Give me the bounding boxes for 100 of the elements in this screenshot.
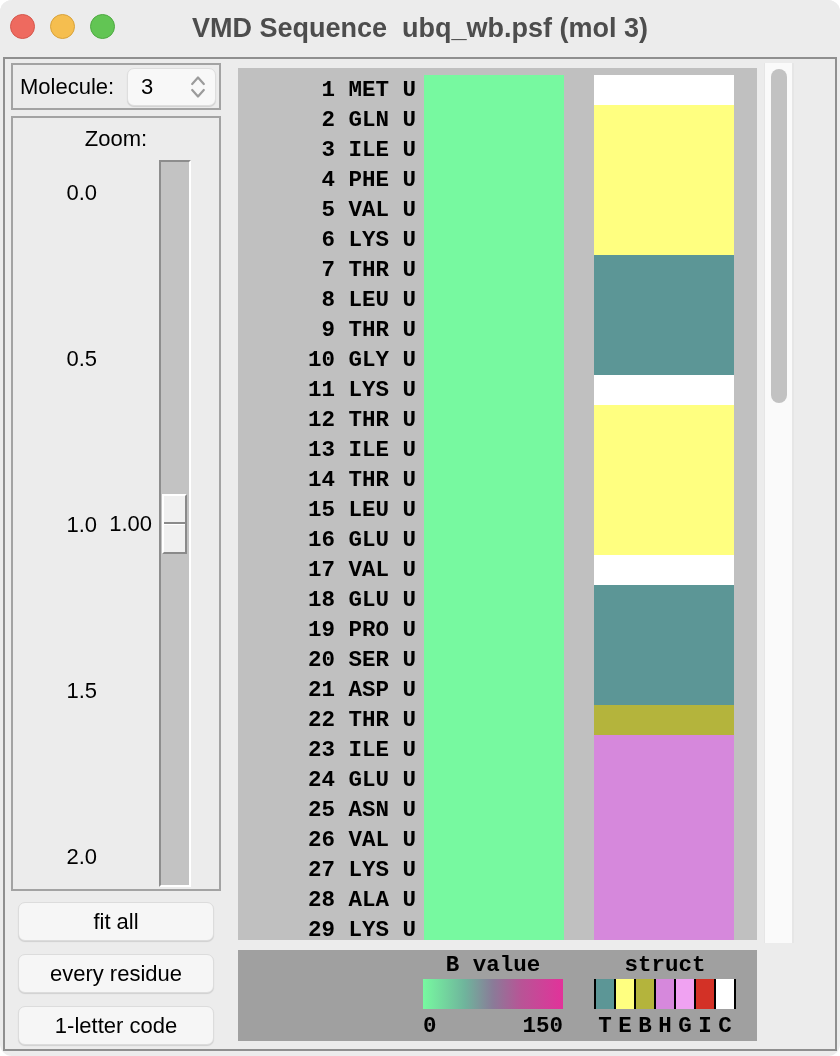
action-button[interactable]: every residue (18, 954, 214, 993)
action-button[interactable]: fit all (18, 902, 214, 941)
chain-id: U (402, 199, 416, 221)
tick-label: 0.0 (66, 179, 97, 207)
residue-name: LYS (348, 379, 389, 401)
residue-number: 12 (307, 409, 335, 431)
maximize-button[interactable] (90, 14, 115, 39)
residue-number: 5 (321, 199, 335, 221)
residue-name: THR (348, 319, 389, 341)
chain-id: U (402, 679, 416, 701)
window-title: VMD Sequence ubq_wb.psf (mol 3) (191, 11, 648, 44)
chain-id: U (402, 529, 416, 551)
tick-label: 2.0 (66, 843, 97, 871)
zoom-label: Zoom: (84, 126, 148, 152)
chain-id: U (402, 289, 416, 311)
structure-code-label: T (598, 1015, 612, 1037)
structure-code-label: C (718, 1015, 732, 1037)
chain-id: U (402, 169, 416, 191)
residue-name: THR (348, 469, 389, 491)
chain-id: U (402, 439, 416, 461)
residue-name: THR (348, 409, 389, 431)
residue-number: 20 (307, 649, 335, 671)
residue-number: 6 (321, 229, 335, 251)
chain-id: U (402, 589, 416, 611)
residue-name: LYS (348, 859, 389, 881)
residue-name: ILE (348, 439, 389, 461)
scale-min-label: 0 (423, 1015, 437, 1037)
chain-id: U (402, 409, 416, 431)
residue-number: 10 (307, 349, 335, 371)
residue-number: 26 (307, 829, 335, 851)
residue-number: 8 (321, 289, 335, 311)
residue-number: 23 (307, 739, 335, 761)
residue-number: 2 (321, 109, 335, 131)
chain-id: U (402, 379, 416, 401)
chain-id: U (402, 499, 416, 521)
structure-code-label: H (658, 1015, 672, 1037)
residue-number: 1 (321, 79, 335, 101)
residue-name: GLY (348, 349, 389, 371)
structure-code-label: G (678, 1015, 692, 1037)
residue-name: SER (348, 649, 389, 671)
residue-name: LYS (348, 229, 389, 251)
chain-id: U (402, 859, 416, 881)
residue-number: 18 (307, 589, 335, 611)
tick-label: 1.5 (66, 677, 97, 705)
legend-title: struct (624, 954, 706, 976)
residue-name: THR (348, 709, 389, 731)
chain-id: U (402, 349, 416, 371)
slider-thumb[interactable] (162, 493, 187, 554)
residue-number: 17 (307, 559, 335, 581)
residue-number: 24 (307, 769, 335, 791)
residue-name: ASP (348, 679, 389, 701)
legend-title: B value (445, 954, 541, 976)
residue-number: 16 (307, 529, 335, 551)
scrollbar-thumb[interactable] (771, 69, 787, 403)
structure-code-label: E (618, 1015, 632, 1037)
chain-id: U (402, 769, 416, 791)
residue-name: MET (348, 79, 389, 101)
chain-id: U (402, 469, 416, 491)
residue-number: 29 (307, 919, 335, 940)
residue-number: 4 (321, 169, 335, 191)
tick-label: 0.5 (66, 345, 97, 373)
residue-number: 13 (307, 439, 335, 461)
residue-name: ASN (348, 799, 389, 821)
residue-number: 9 (321, 319, 335, 341)
molecule-spinbox[interactable]: 3 (127, 67, 216, 106)
residue-number: 11 (307, 379, 335, 401)
residue-number: 19 (307, 619, 335, 641)
residue-name: PRO (348, 619, 389, 641)
chain-id: U (402, 829, 416, 851)
residue-number: 3 (321, 139, 335, 161)
minimize-button[interactable] (50, 14, 75, 39)
action-button[interactable]: 1-letter code (18, 1006, 214, 1045)
close-button[interactable] (10, 14, 35, 39)
chain-id: U (402, 559, 416, 581)
residue-number: 28 (307, 889, 335, 911)
residue-name: ILE (348, 139, 389, 161)
chain-id: U (402, 709, 416, 731)
scale-max-label: 150 (522, 1015, 563, 1037)
residue-number: 14 (307, 469, 335, 491)
structure-code-label: B (638, 1015, 652, 1037)
residue-name: ALA (348, 889, 389, 911)
residue-name: GLN (348, 109, 389, 131)
chain-id: U (402, 139, 416, 161)
chain-id: U (402, 799, 416, 821)
residue-name: LYS (348, 919, 389, 940)
chain-id: U (402, 259, 416, 281)
residue-name: GLU (348, 529, 389, 551)
residue-number: 15 (307, 499, 335, 521)
residue-name: ILE (348, 739, 389, 761)
residue-name: PHE (348, 169, 389, 191)
chain-id: U (402, 889, 416, 911)
tick-label: 1.0 (66, 511, 97, 539)
residue-number: 25 (307, 799, 335, 821)
residue-name: GLU (348, 589, 389, 611)
zoom-slider-track[interactable] (159, 160, 191, 887)
chain-id: U (402, 919, 416, 940)
residue-number: 7 (321, 259, 335, 281)
residue-name: THR (348, 259, 389, 281)
residue-name: VAL (348, 829, 389, 851)
chain-id: U (402, 229, 416, 251)
